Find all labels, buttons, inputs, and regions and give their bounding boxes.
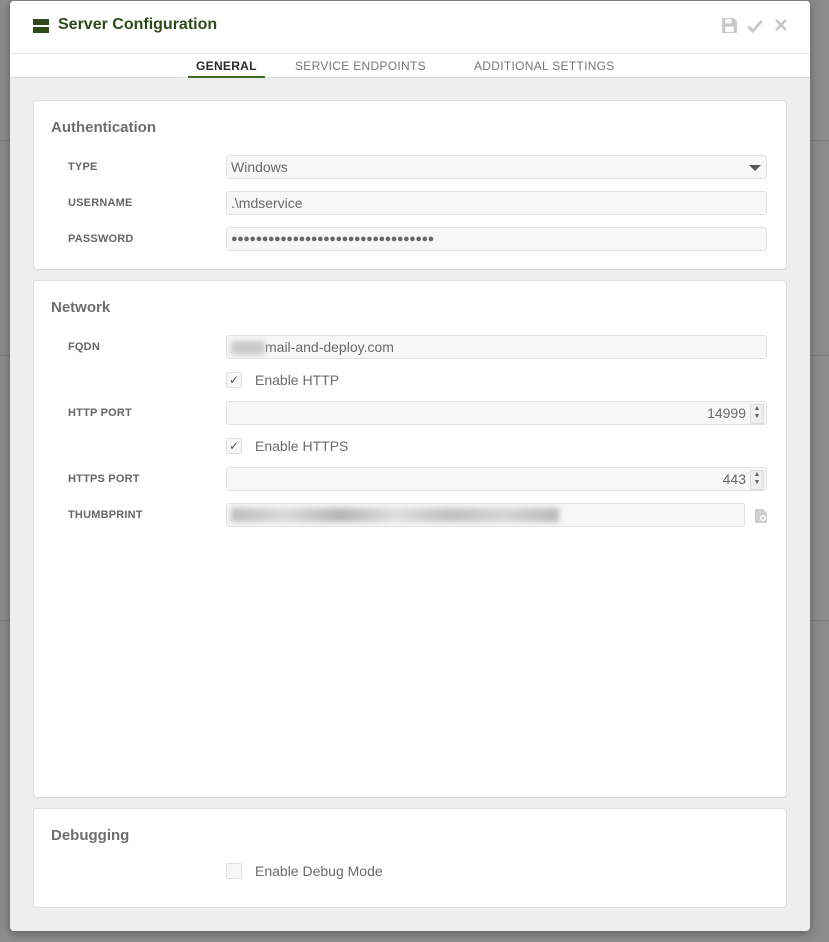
type-label: TYPE xyxy=(68,161,98,173)
enable-debug-label: Enable Debug Mode xyxy=(255,863,383,879)
enable-http-label: Enable HTTP xyxy=(255,372,340,388)
http-port-field[interactable]: 14999 ▲ ▼ xyxy=(226,401,767,425)
tab-bar: GENERAL SERVICE ENDPOINTS ADDITIONAL SET… xyxy=(10,54,810,78)
authentication-card: Authentication TYPE Windows USERNAME .\m… xyxy=(33,100,787,270)
tab-service-endpoints[interactable]: SERVICE ENDPOINTS xyxy=(295,59,426,76)
fqdn-value: mail-and-deploy.com xyxy=(265,339,394,355)
thumbprint-field[interactable] xyxy=(226,503,745,527)
redacted-thumbprint xyxy=(231,508,559,522)
network-heading: Network xyxy=(51,299,111,316)
password-label: PASSWORD xyxy=(68,233,134,245)
password-field[interactable]: ●●●●●●●●●●●●●●●●●●●●●●●●●●●●●●●●● xyxy=(226,227,767,251)
enable-https-label: Enable HTTPS xyxy=(255,438,349,454)
debugging-card: Debugging Enable Debug Mode xyxy=(33,808,787,908)
username-field[interactable]: .\mdservice xyxy=(226,191,767,215)
tab-additional-settings[interactable]: ADDITIONAL SETTINGS xyxy=(474,59,615,76)
fqdn-field[interactable]: mail-and-deploy.com xyxy=(226,335,767,359)
http-port-stepper[interactable]: ▲ ▼ xyxy=(750,404,764,424)
server-configuration-dialog: Server Configuration GENERAL SERVICE END… xyxy=(10,1,810,931)
fqdn-label: FQDN xyxy=(68,341,100,353)
debugging-heading: Debugging xyxy=(51,827,130,844)
type-select[interactable]: Windows xyxy=(226,155,767,179)
network-card: Network FQDN mail-and-deploy.com ✓ Enabl… xyxy=(33,280,787,798)
type-value: Windows xyxy=(231,159,288,175)
username-label: USERNAME xyxy=(68,197,133,209)
redacted-host xyxy=(231,341,265,356)
enable-debug-row: Enable Debug Mode xyxy=(226,862,383,880)
save-icon[interactable] xyxy=(720,17,738,35)
enable-https-checkbox[interactable]: ✓ xyxy=(226,438,242,454)
dialog-titlebar: Server Configuration xyxy=(10,1,810,54)
dialog-actions xyxy=(720,17,790,35)
close-icon[interactable] xyxy=(772,17,790,35)
enable-https-row: ✓ Enable HTTPS xyxy=(226,437,348,455)
https-port-stepper[interactable]: ▲ ▼ xyxy=(750,470,764,490)
enable-debug-checkbox[interactable] xyxy=(226,863,242,879)
authentication-heading: Authentication xyxy=(51,119,156,136)
confirm-icon[interactable] xyxy=(746,17,764,35)
https-port-value: 443 xyxy=(722,471,746,487)
certificate-picker-icon[interactable] xyxy=(753,508,769,524)
enable-http-row: ✓ Enable HTTP xyxy=(226,371,339,389)
https-port-field[interactable]: 443 ▲ ▼ xyxy=(226,467,767,491)
dialog-title: Server Configuration xyxy=(58,16,218,33)
server-icon xyxy=(33,19,49,33)
https-port-label: HTTPS PORT xyxy=(68,473,140,485)
tab-general[interactable]: GENERAL xyxy=(188,59,265,78)
http-port-label: HTTP PORT xyxy=(68,407,132,419)
enable-http-checkbox[interactable]: ✓ xyxy=(226,372,242,388)
thumbprint-label: THUMBPRINT xyxy=(68,509,143,521)
http-port-value: 14999 xyxy=(707,405,746,421)
chevron-down-icon xyxy=(749,165,761,171)
